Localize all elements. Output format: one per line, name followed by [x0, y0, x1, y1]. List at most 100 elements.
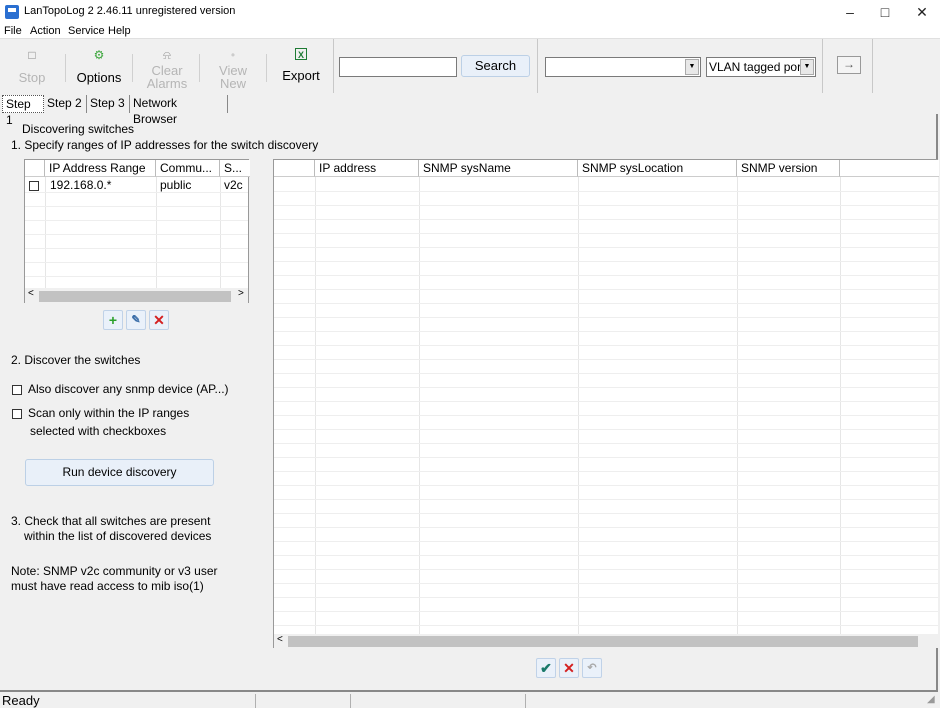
grid-row-line — [274, 555, 938, 556]
column-header-community[interactable]: Commu... — [156, 160, 220, 177]
delete-icon: ✕ — [153, 312, 165, 328]
toolbar-separator — [266, 54, 267, 82]
arrow-right-icon: → — [843, 57, 855, 71]
menu-file[interactable]: File — [4, 24, 22, 38]
column-header-index — [274, 160, 315, 177]
toolbar-separator — [65, 54, 66, 82]
menu-help[interactable]: Help — [108, 24, 131, 38]
toolbar: □ Stop ⚙ Options ⍾ Clear Alarms • View N… — [0, 38, 940, 93]
grid-row-line — [274, 499, 938, 500]
app-icon — [5, 5, 19, 19]
horizontal-scrollbar[interactable]: < — [274, 634, 938, 648]
grid-row-line — [274, 527, 938, 528]
stop-button[interactable]: □ Stop — [10, 39, 54, 91]
scrollbar-thumb[interactable] — [39, 291, 231, 302]
scan-only-checkbox[interactable] — [12, 409, 22, 419]
view-new-button[interactable]: • View New — [206, 39, 260, 91]
note-text: Note: SNMP v2c community or v3 user — [11, 564, 218, 578]
tab-step-3[interactable]: Step 3 — [87, 95, 130, 113]
toolbar-divider — [872, 39, 873, 93]
scroll-left-icon[interactable]: < — [277, 634, 283, 645]
arrow-panel-button[interactable]: → — [837, 56, 861, 74]
grid-row-line — [274, 289, 938, 290]
window-title: LanTopoLog 2 2.46.11 unregistered versio… — [24, 5, 236, 17]
scrollbar-thumb[interactable] — [288, 636, 918, 647]
note-text-2: must have read access to mib iso(1) — [11, 579, 204, 593]
column-header-snmp-version[interactable]: S... — [220, 160, 250, 177]
maximize-button[interactable]: □ — [865, 0, 905, 24]
edit-range-button[interactable]: ✎ — [126, 310, 146, 330]
reject-button[interactable]: ✕ — [559, 658, 579, 678]
column-header-snmp-version[interactable]: SNMP version — [737, 160, 840, 177]
scroll-left-icon[interactable]: < — [28, 288, 34, 299]
any-snmp-label[interactable]: Also discover any snmp device (AP...) — [28, 382, 229, 397]
row-checkbox[interactable] — [29, 181, 39, 191]
grid-column-line — [578, 177, 579, 634]
scroll-right-icon[interactable]: > — [238, 288, 244, 299]
grid-row-line — [274, 401, 938, 402]
step2-instruction: 2. Discover the switches — [11, 353, 141, 367]
grid-column-line — [315, 177, 316, 634]
grid-row-line — [274, 443, 938, 444]
close-button[interactable]: ✕ — [902, 0, 940, 24]
column-header-sysname[interactable]: SNMP sysName — [419, 160, 578, 177]
grid-row-line — [274, 373, 938, 374]
toolbar-divider — [822, 39, 823, 93]
options-button[interactable]: ⚙ Options — [72, 39, 126, 91]
grid-column-line — [840, 177, 841, 634]
scan-only-label[interactable]: Scan only within the IP ranges — [28, 406, 189, 421]
column-header-syslocation[interactable]: SNMP sysLocation — [578, 160, 737, 177]
grid-row-line — [274, 275, 938, 276]
search-input[interactable] — [339, 57, 457, 77]
run-discovery-button[interactable]: Run device discovery — [25, 459, 214, 486]
column-header-ip-range[interactable]: IP Address Range — [45, 160, 156, 177]
edit-icon: ✎ — [131, 314, 141, 326]
toolbar-separator — [132, 54, 133, 82]
device-table[interactable]: IP address SNMP sysName SNMP sysLocation… — [273, 159, 939, 648]
title-bar: LanTopoLog 2 2.46.11 unregistered versio… — [0, 0, 940, 24]
step3-instruction-2: within the list of discovered devices — [24, 529, 212, 543]
grid-row-line — [274, 359, 938, 360]
ip-range-table[interactable]: IP Address Range Commu... S... 192.168.0… — [24, 159, 250, 303]
device-combo[interactable]: ▼ — [545, 57, 701, 77]
chevron-down-icon: ▼ — [800, 59, 814, 75]
status-bar: Ready ◢ — [0, 692, 940, 708]
menu-service[interactable]: Service — [68, 24, 105, 38]
resize-grip-icon[interactable]: ◢ — [927, 694, 935, 705]
plus-icon: + — [108, 312, 118, 328]
tab-step-2[interactable]: Step 2 — [44, 95, 87, 113]
tab-network-browser[interactable]: Network Browser — [130, 95, 228, 126]
toolbar-divider — [537, 39, 538, 93]
grid-row-line — [274, 331, 938, 332]
grid-row-line — [274, 569, 938, 570]
excel-icon: X — [295, 48, 307, 60]
grid-row-line — [274, 583, 938, 584]
cell-community: public — [160, 178, 192, 192]
status-text: Ready — [2, 693, 40, 708]
column-header-check — [25, 160, 45, 177]
grid-column-line — [737, 177, 738, 634]
undo-button[interactable]: ↶ — [582, 658, 602, 678]
tab-step-1[interactable]: Step 1 — [2, 95, 44, 127]
export-button[interactable]: X Export — [274, 39, 328, 91]
minimize-button[interactable]: – — [830, 0, 870, 24]
clear-alarms-button[interactable]: ⍾ Clear Alarms — [140, 39, 194, 91]
grid-row-line — [274, 205, 938, 206]
horizontal-scrollbar[interactable]: < > — [25, 288, 248, 303]
any-snmp-checkbox[interactable] — [12, 385, 22, 395]
vlan-combo[interactable]: VLAN tagged port ▼ — [706, 57, 816, 77]
add-range-button[interactable]: + — [103, 310, 123, 330]
grid-row-line — [274, 429, 938, 430]
search-button[interactable]: Search — [461, 55, 530, 77]
grid-column-line — [419, 177, 420, 634]
column-header-extra — [840, 160, 939, 177]
grid-row-line — [274, 513, 938, 514]
grid-row-line — [274, 233, 938, 234]
menu-action[interactable]: Action — [30, 24, 61, 38]
column-header-ip-address[interactable]: IP address — [315, 160, 419, 177]
checkmark-icon: ✔ — [540, 660, 552, 676]
dot-icon: • — [230, 48, 236, 62]
accept-button[interactable]: ✔ — [536, 658, 556, 678]
grid-row-line — [274, 541, 938, 542]
delete-range-button[interactable]: ✕ — [149, 310, 169, 330]
